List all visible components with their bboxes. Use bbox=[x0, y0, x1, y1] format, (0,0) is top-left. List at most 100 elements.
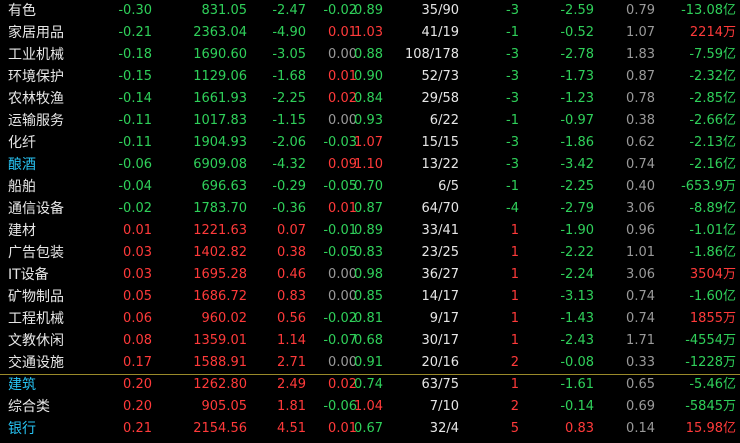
sector-name: 交通设施 bbox=[8, 355, 64, 371]
sector-name: 工程机械 bbox=[8, 311, 64, 327]
turnover-cell: 0.74 bbox=[626, 311, 655, 326]
change-percent-cell: 0.20 bbox=[123, 399, 152, 414]
speed-cell: -0.03 bbox=[323, 135, 357, 150]
lead-count-cell: 1 bbox=[510, 311, 519, 326]
table-row[interactable]: 建筑 0.20 1262.80 2.49 0.02 0.74 63/75 1 -1.61 0.65… bbox=[0, 374, 740, 396]
speed-cell: -0.05 bbox=[323, 245, 357, 260]
up-down-count-cell: 29/58 bbox=[421, 91, 459, 106]
change-percent-cell: -0.11 bbox=[118, 113, 152, 128]
change-amount-cell: 1.14 bbox=[277, 333, 306, 348]
up-down-count-cell: 14/17 bbox=[421, 289, 459, 304]
table-row[interactable]: 运输服务 -0.11 1017.83 -1.15 0.00 0.93 6/22 -1 -0.97… bbox=[0, 110, 740, 132]
speed-cell: 0.00 bbox=[328, 47, 357, 62]
change-percent-cell: -0.14 bbox=[118, 91, 152, 106]
lead-count-cell: -1 bbox=[506, 25, 519, 40]
table-row[interactable]: IT设备 0.03 1695.28 0.46 0.00 0.98 36/27 1 -2.24 3.… bbox=[0, 264, 740, 286]
up-down-count-cell: 41/19 bbox=[421, 25, 459, 40]
table-row[interactable]: 环境保护 -0.15 1129.06 -1.68 0.01 0.90 52/73 -3 -1.7… bbox=[0, 66, 740, 88]
volume-ratio-cell: 0.83 bbox=[354, 245, 383, 260]
net-inflow-cell: -653.9万 bbox=[681, 179, 736, 194]
net-inflow-cell: 2214万 bbox=[689, 25, 736, 40]
sector-name: 家居用品 bbox=[8, 25, 64, 41]
volume-ratio-cell: 0.87 bbox=[354, 201, 383, 216]
net-inflow-cell: -1.60亿 bbox=[689, 289, 736, 304]
table-row[interactable]: 工程机械 0.06 960.02 0.56 -0.02 0.81 9/17 1 -1.43 0.7… bbox=[0, 308, 740, 330]
index-price-cell: 1686.72 bbox=[193, 289, 247, 304]
lead-count-cell: -3 bbox=[506, 91, 519, 106]
five-day-change-cell: -3.13 bbox=[560, 289, 594, 304]
table-row[interactable]: 船舶 -0.04 696.63 -0.29 -0.05 0.70 6/5 -1 -2.25 0.4… bbox=[0, 176, 740, 198]
volume-ratio-cell: 0.67 bbox=[354, 421, 383, 436]
table-row[interactable]: 工业机械 -0.18 1690.60 -3.05 0.00 0.88 108/178 -3 -2… bbox=[0, 44, 740, 66]
sector-name: 银行 bbox=[8, 421, 36, 437]
five-day-change-cell: -1.43 bbox=[560, 311, 594, 326]
five-day-change-cell: -0.97 bbox=[560, 113, 594, 128]
table-row[interactable]: 文教休闲 0.08 1359.01 1.14 -0.07 0.68 30/17 1 -2.43 1… bbox=[0, 330, 740, 352]
change-percent-cell: -0.04 bbox=[118, 179, 152, 194]
lead-count-cell: -4 bbox=[506, 201, 519, 216]
speed-cell: 0.00 bbox=[328, 113, 357, 128]
five-day-change-cell: -1.73 bbox=[560, 69, 594, 84]
table-row[interactable]: 综合类 0.20 905.05 1.81 -0.06 1.04 7/10 2 -0.14 0.69… bbox=[0, 396, 740, 418]
sector-name: 文教休闲 bbox=[8, 333, 64, 349]
speed-cell: -0.07 bbox=[323, 333, 357, 348]
change-amount-cell: -2.25 bbox=[272, 91, 306, 106]
table-row[interactable]: 有色 -0.30 831.05 -2.47 -0.02 0.89 35/90 -3 -2.59 0… bbox=[0, 0, 740, 22]
change-percent-cell: -0.02 bbox=[118, 201, 152, 216]
net-inflow-cell: -5.46亿 bbox=[689, 377, 736, 392]
volume-ratio-cell: 0.70 bbox=[354, 179, 383, 194]
table-row[interactable]: 建材 0.01 1221.63 0.07 -0.01 0.89 33/41 1 -1.90 0.9… bbox=[0, 220, 740, 242]
index-price-cell: 1221.63 bbox=[193, 223, 247, 238]
five-day-change-cell: 0.83 bbox=[565, 421, 594, 436]
up-down-count-cell: 32/4 bbox=[429, 421, 459, 436]
turnover-cell: 1.71 bbox=[626, 333, 655, 348]
turnover-cell: 0.38 bbox=[626, 113, 655, 128]
volume-ratio-cell: 0.68 bbox=[354, 333, 383, 348]
lead-count-cell: -3 bbox=[506, 157, 519, 172]
five-day-change-cell: -1.90 bbox=[560, 223, 594, 238]
index-price-cell: 1783.70 bbox=[193, 201, 247, 216]
table-row[interactable]: 通信设备 -0.02 1783.70 -0.36 0.01 0.87 64/70 -4 -2.7… bbox=[0, 198, 740, 220]
volume-ratio-cell: 0.89 bbox=[354, 223, 383, 238]
table-row[interactable]: 银行 0.21 2154.56 4.51 0.01 0.67 32/4 5 0.83 0.14 15… bbox=[0, 418, 740, 440]
table-row[interactable]: 交通设施 0.17 1588.91 2.71 0.00 0.91 20/16 2 -0.08 0.… bbox=[0, 352, 740, 375]
five-day-change-cell: -2.24 bbox=[560, 267, 594, 282]
change-percent-cell: -0.06 bbox=[118, 157, 152, 172]
index-price-cell: 1695.28 bbox=[193, 267, 247, 282]
index-price-cell: 960.02 bbox=[201, 311, 248, 326]
table-row[interactable]: 农林牧渔 -0.14 1661.93 -2.25 0.02 0.84 29/58 -3 -1.2… bbox=[0, 88, 740, 110]
up-down-count-cell: 64/70 bbox=[421, 201, 459, 216]
up-down-count-cell: 20/16 bbox=[421, 355, 459, 370]
table-row[interactable]: 广告包装 0.03 1402.82 0.38 -0.05 0.83 23/25 1 -2.22 1… bbox=[0, 242, 740, 264]
change-amount-cell: -4.90 bbox=[272, 25, 306, 40]
volume-ratio-cell: 0.93 bbox=[354, 113, 383, 128]
lead-count-cell: -1 bbox=[506, 179, 519, 194]
table-row[interactable]: 家居用品 -0.21 2363.04 -4.90 0.01 1.03 41/19 -1 -0.5… bbox=[0, 22, 740, 44]
up-down-count-cell: 6/5 bbox=[438, 179, 459, 194]
table-row[interactable]: 矿物制品 0.05 1686.72 0.83 0.00 0.85 14/17 1 -3.13 0.… bbox=[0, 286, 740, 308]
index-price-cell: 1262.80 bbox=[193, 377, 247, 392]
change-percent-cell: -0.30 bbox=[118, 3, 152, 18]
speed-cell: -0.02 bbox=[323, 311, 357, 326]
turnover-cell: 1.01 bbox=[626, 245, 655, 260]
sector-name: 建材 bbox=[8, 223, 36, 239]
net-inflow-cell: -2.85亿 bbox=[689, 91, 736, 106]
lead-count-cell: 1 bbox=[510, 289, 519, 304]
five-day-change-cell: -2.22 bbox=[560, 245, 594, 260]
five-day-change-cell: -3.42 bbox=[560, 157, 594, 172]
index-price-cell: 1017.83 bbox=[193, 113, 247, 128]
turnover-cell: 0.33 bbox=[626, 355, 655, 370]
change-percent-cell: -0.11 bbox=[118, 135, 152, 150]
turnover-cell: 0.40 bbox=[626, 179, 655, 194]
change-amount-cell: -1.68 bbox=[272, 69, 306, 84]
speed-cell: -0.05 bbox=[323, 179, 357, 194]
change-amount-cell: 1.81 bbox=[277, 399, 306, 414]
table-row[interactable]: 酿酒 -0.06 6909.08 -4.32 0.09 1.10 13/22 -3 -3.42 0… bbox=[0, 154, 740, 176]
sector-name: 通信设备 bbox=[8, 201, 64, 217]
net-inflow-cell: 15.98亿 bbox=[685, 421, 736, 436]
net-inflow-cell: -7.59亿 bbox=[689, 47, 736, 62]
table-row[interactable]: 化纤 -0.11 1904.93 -2.06 -0.03 1.07 15/15 -3 -1.86… bbox=[0, 132, 740, 154]
turnover-cell: 0.74 bbox=[626, 157, 655, 172]
volume-ratio-cell: 0.90 bbox=[354, 69, 383, 84]
change-percent-cell: 0.21 bbox=[123, 421, 152, 436]
